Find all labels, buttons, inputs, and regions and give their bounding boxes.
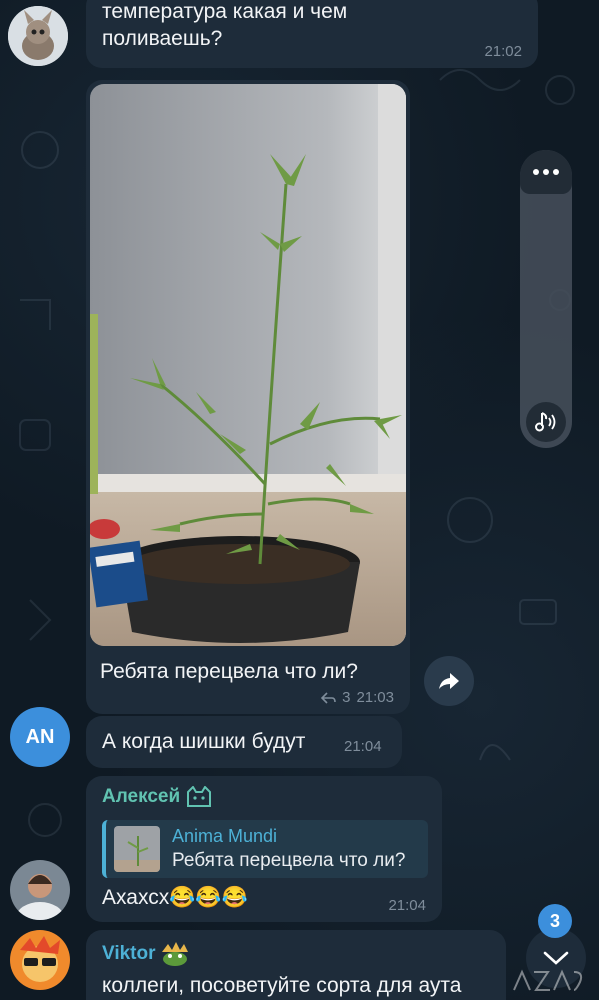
message-time: 21:04 xyxy=(388,897,426,914)
sender-name-text: Алексей xyxy=(102,786,181,807)
chevron-down-icon xyxy=(543,951,569,965)
sender-name[interactable]: Алексей xyxy=(102,786,214,808)
reply-count: 3 xyxy=(342,689,351,706)
audio-note-icon[interactable] xyxy=(526,402,566,442)
message-time: 21:03 xyxy=(356,689,394,706)
message-meta[interactable]: 3 21:03 xyxy=(320,689,394,706)
cartoon-avatar-icon xyxy=(10,930,70,990)
frog-emoji-icon xyxy=(161,942,188,966)
unread-badge[interactable]: 3 xyxy=(538,904,572,938)
avatar[interactable] xyxy=(10,860,70,920)
reply-thumbnail xyxy=(114,826,160,872)
reply-quote[interactable]: Anima Mundi Ребята перецвела что ли? xyxy=(102,820,428,878)
plant-photo[interactable] xyxy=(90,84,406,646)
cat-avatar-icon xyxy=(8,6,68,66)
message-bubble[interactable]: Алексей Anima Mundi Ребята перецвела что… xyxy=(86,776,442,922)
message-bubble[interactable]: А когда шишки будут 21:04 xyxy=(86,716,402,768)
message-bubble[interactable]: Viktor коллеги, посоветуйте сорта для ау… xyxy=(86,930,506,1000)
avatar-initials: AN xyxy=(25,725,55,748)
person-avatar-icon xyxy=(10,860,70,920)
message-time: 21:02 xyxy=(484,43,522,60)
message-time: 21:04 xyxy=(344,738,382,755)
photo-message-bubble[interactable]: Ребята перецвела что ли? 3 21:03 xyxy=(86,80,410,714)
share-button[interactable] xyxy=(424,656,474,706)
message-text: А когда шишки будут xyxy=(102,730,306,753)
message-bubble[interactable]: температура какая и чем поливаешь? 21:02 xyxy=(86,0,538,68)
share-icon xyxy=(439,673,459,689)
sender-name-text: Viktor xyxy=(102,943,156,964)
photo-caption: Ребята перецвела что ли? xyxy=(100,660,358,683)
reply-arrow-icon xyxy=(320,691,336,704)
reply-author: Anima Mundi xyxy=(172,826,278,846)
cat-emoji-icon xyxy=(187,786,212,807)
more-dots-icon[interactable] xyxy=(520,150,572,194)
watermark-logo xyxy=(510,968,586,998)
message-text: Ахахсх😂😂😂 xyxy=(102,886,248,909)
avatar[interactable] xyxy=(10,930,70,990)
sender-avatar[interactable] xyxy=(8,6,68,66)
message-text: температура какая и чем поливаешь? xyxy=(102,0,348,50)
floating-player-panel[interactable] xyxy=(520,150,572,448)
avatar[interactable]: AN xyxy=(10,707,70,767)
reply-text: Ребята перецвела что ли? xyxy=(172,850,406,871)
message-text: коллеги, посоветуйте сорта для аута xyxy=(102,974,462,997)
sender-name[interactable]: Viktor xyxy=(102,942,190,966)
